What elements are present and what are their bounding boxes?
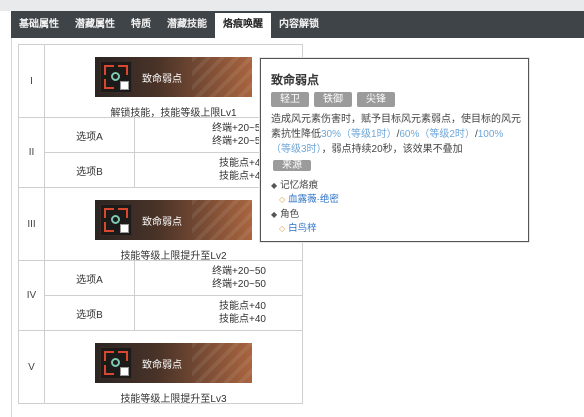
option-bonus: 技能点+40 技能点+40 xyxy=(135,296,302,330)
skill-name: 致命弱点 xyxy=(142,73,182,85)
skill-caption: 技能等级上限提升至Lv3 xyxy=(120,394,227,405)
skill-icon xyxy=(100,347,132,379)
diamond-outline-icon: ◇ xyxy=(279,195,286,204)
tooltip-tags: 轻卫 铁御 尖锋 xyxy=(271,92,395,107)
tab-content-unlock[interactable]: 内容解锁 xyxy=(271,11,327,38)
bonus-line: 终端+20~50 xyxy=(212,266,266,277)
tab-imprint-awakening[interactable]: 烙痕唤醒 xyxy=(215,11,271,38)
table-row: IV 选项A 终端+20~50 终端+20~50 选项B 技能点+40 技能点+… xyxy=(19,260,302,330)
tag-iron-defense: 铁御 xyxy=(314,92,352,107)
desc-value-lv1: 30%（等级1时） xyxy=(321,129,397,140)
skill-icon xyxy=(100,204,132,236)
level-label: II xyxy=(19,118,45,187)
tab-latent-skills[interactable]: 潜藏技能 xyxy=(159,11,215,38)
bonus-line: 终端+20~50 xyxy=(212,123,266,134)
level-label: IV xyxy=(19,261,45,330)
bonus-line: 技能点+40 xyxy=(219,301,266,312)
skill-cell: 致命弱点 技能等级上限提升至Lv3 xyxy=(45,331,302,405)
tooltip-description: 造成风元素伤害时，赋予目标风元素弱点，使目标的风元素抗性降低30%（等级1时）/… xyxy=(271,114,521,155)
option-label: 选项B xyxy=(45,153,135,187)
role-link-label[interactable]: 白鸟梓 xyxy=(288,223,317,234)
option-label: 选项A xyxy=(45,261,135,295)
tab-bar: 基础属性 潜藏属性 特质 潜藏技能 烙痕唤醒 内容解锁 xyxy=(11,11,584,38)
section-role-label: 角色 xyxy=(280,209,300,220)
tab-basic-attributes[interactable]: 基础属性 xyxy=(11,11,67,38)
diamond-icon: ◆ xyxy=(271,181,278,190)
skill-tooltip: 致命弱点 轻卫 铁御 尖锋 造成风元素伤害时，赋予目标风元素弱点，使目标的风元素… xyxy=(260,58,529,242)
memory-link[interactable]: ◇ 血露薇·绝密 xyxy=(279,191,339,205)
skill-name: 致命弱点 xyxy=(142,359,182,371)
source-tag: 来源 xyxy=(273,160,311,171)
bonus-line: 技能点+40 xyxy=(219,314,266,325)
option-row: 选项B 技能点+40 技能点+40 xyxy=(45,295,302,330)
desc-text-end: ，弱点持续20秒，该效果不叠加 xyxy=(321,144,463,155)
option-label: 选项B xyxy=(45,296,135,330)
role-link[interactable]: ◇ 白鸟梓 xyxy=(279,220,317,234)
skill-card[interactable]: 致命弱点 xyxy=(95,200,252,240)
options-cell: 选项A 终端+20~50 终端+20~50 选项B 技能点+40 技能点+40 xyxy=(45,261,302,330)
top-strip xyxy=(0,0,584,11)
level-label: V xyxy=(19,331,45,403)
memory-link-label[interactable]: 血露薇·绝密 xyxy=(288,194,339,205)
tooltip-title: 致命弱点 xyxy=(271,73,320,87)
section-memory-label: 记忆烙痕 xyxy=(280,180,319,191)
diamond-icon: ◆ xyxy=(271,210,278,219)
desc-value-lv2: 60%（等级2时） xyxy=(399,129,475,140)
bonus-line: 技能点+40 xyxy=(219,158,266,169)
option-row: 选项A 终端+20~50 终端+20~50 xyxy=(45,261,302,295)
skill-name: 致命弱点 xyxy=(142,216,182,228)
skill-caption: 技能等级上限提升至Lv2 xyxy=(120,251,227,262)
option-label: 选项A xyxy=(45,118,135,152)
tag-sharp-edge: 尖锋 xyxy=(357,92,395,107)
level-label: III xyxy=(19,188,45,260)
bonus-line: 技能点+40 xyxy=(219,171,266,182)
skill-card[interactable]: 致命弱点 xyxy=(95,343,252,383)
skill-icon xyxy=(100,61,132,93)
section-memory: ◆ 记忆烙痕 xyxy=(271,177,318,191)
tab-latent-attributes[interactable]: 潜藏属性 xyxy=(67,11,123,38)
source-tag-wrap: 来源 xyxy=(273,155,311,173)
level-label: I xyxy=(19,45,45,117)
bonus-line: 终端+20~50 xyxy=(212,136,266,147)
tag-light-guard: 轻卫 xyxy=(271,92,309,107)
diamond-outline-icon: ◇ xyxy=(279,224,286,233)
section-role: ◆ 角色 xyxy=(271,206,299,220)
table-row: V 致命弱点 技能等级上限提升至Lv3 xyxy=(19,330,302,405)
tab-traits[interactable]: 特质 xyxy=(123,11,159,38)
skill-card[interactable]: 致命弱点 xyxy=(95,57,252,97)
option-bonus: 终端+20~50 终端+20~50 xyxy=(135,261,302,295)
bonus-line: 终端+20~50 xyxy=(212,279,266,290)
